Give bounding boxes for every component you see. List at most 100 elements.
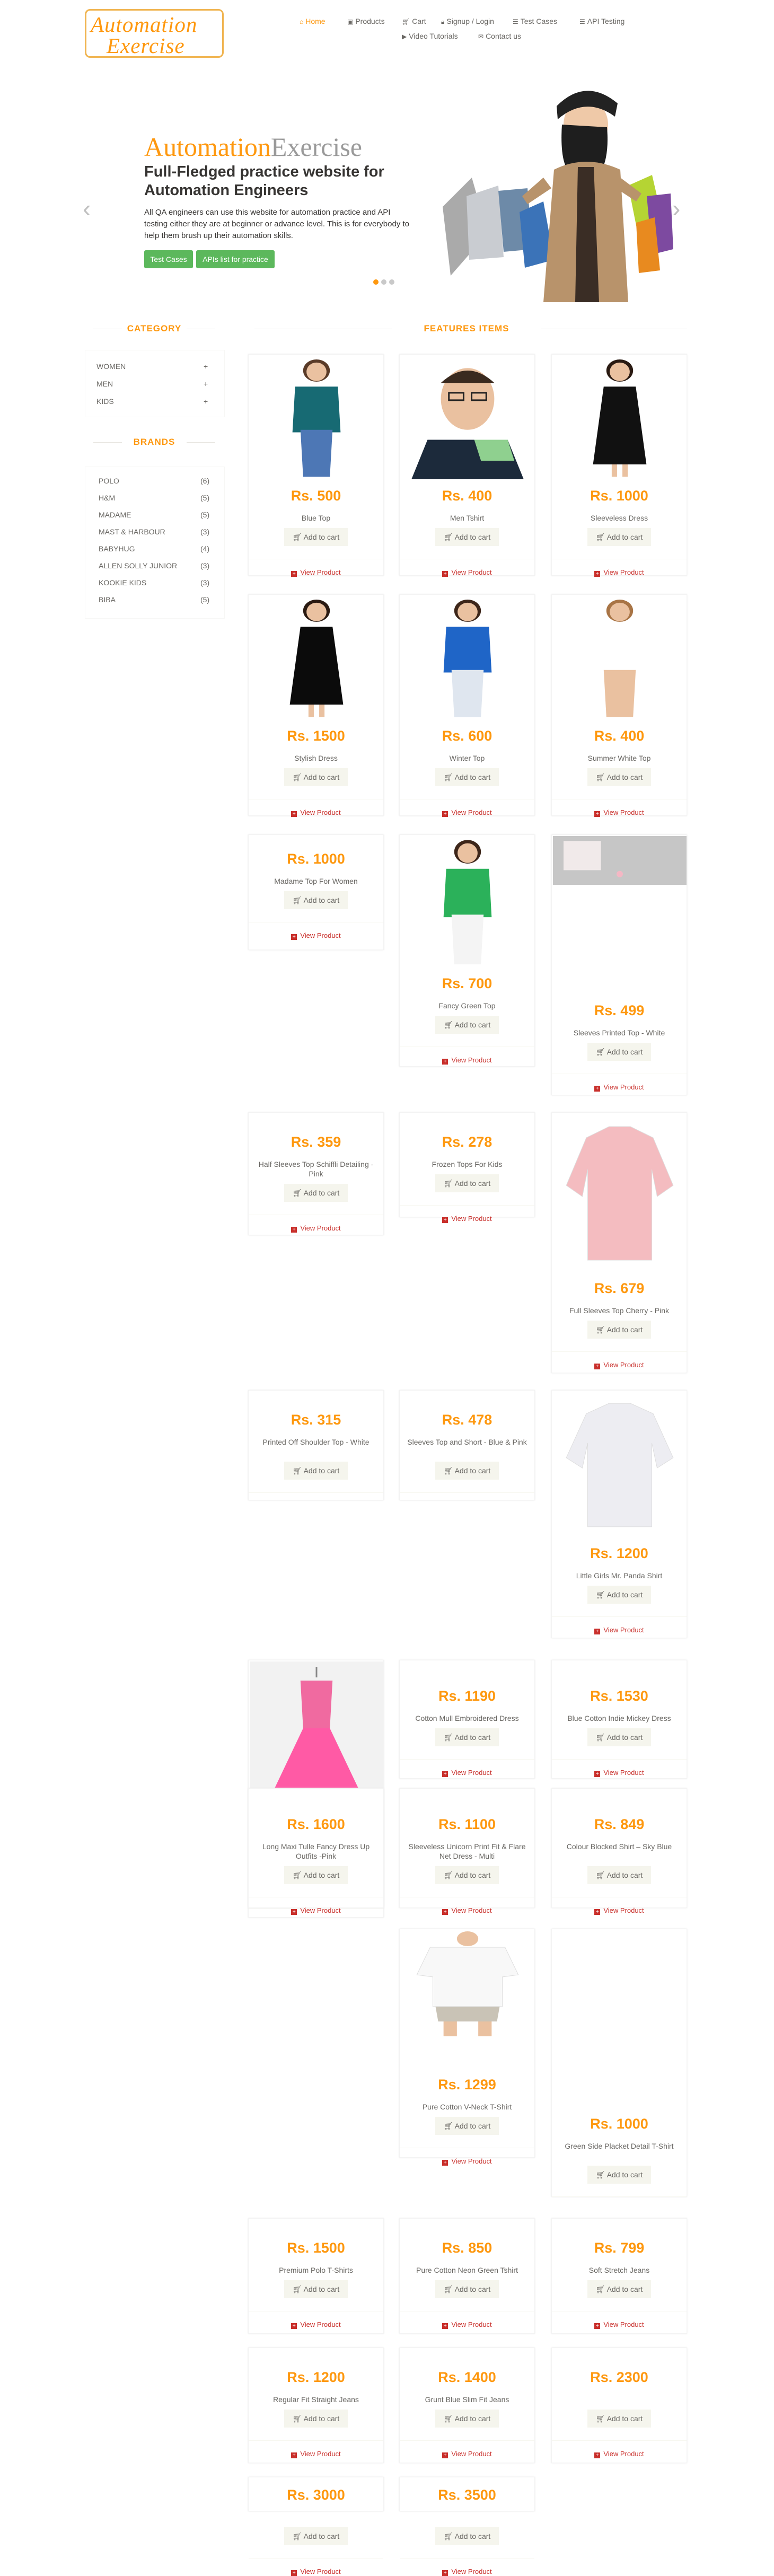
brand-biba[interactable]: BIBA — [99, 595, 116, 604]
nav-api-testing[interactable]: ☰ API Testing — [579, 17, 625, 25]
view-product-link[interactable]: + View Product — [552, 808, 687, 817]
view-product-link[interactable]: + View Product — [552, 2450, 687, 2458]
add-to-cart-button[interactable]: 🛒︎ Add to cart — [435, 1016, 499, 1034]
site-logo[interactable]: Automation Exercise — [85, 9, 224, 58]
brand-mast-harbour[interactable]: MAST & HARBOUR — [99, 527, 165, 536]
home-icon: ⌂ — [300, 18, 304, 25]
add-to-cart-button[interactable]: 🛒︎ Add to cart — [284, 1462, 348, 1480]
add-to-cart-button[interactable]: 🛒︎ Add to cart — [587, 2280, 651, 2298]
view-product-link[interactable]: + View Product — [400, 568, 534, 577]
view-product-link[interactable]: + View Product — [552, 2320, 687, 2329]
add-to-cart-button[interactable]: 🛒︎ Add to cart — [435, 528, 499, 546]
slider-indicator-active[interactable] — [373, 279, 379, 285]
add-to-cart-button[interactable]: 🛒︎ Add to cart — [587, 2410, 651, 2428]
plus-square-icon: + — [442, 1909, 448, 1915]
brand-madame[interactable]: MADAME — [99, 511, 131, 519]
cart-icon: 🛒︎ — [595, 533, 607, 541]
plus-square-icon: + — [594, 1771, 601, 1777]
category-kids[interactable]: KIDS — [96, 397, 114, 406]
view-product-link[interactable]: + View Product — [400, 2568, 534, 2576]
view-product-link[interactable]: + View Product — [249, 808, 383, 817]
brand-kookie-kids[interactable]: KOOKIE KIDS — [99, 578, 146, 587]
product-card: Rs. 1600 Long Maxi Tulle Fancy Dress Up O… — [248, 1788, 384, 1915]
add-to-cart-button[interactable]: 🛒︎ Add to cart — [435, 768, 499, 786]
add-to-cart-button[interactable]: 🛒︎ Add to cart — [435, 1462, 499, 1480]
add-to-cart-button[interactable]: 🛒︎ Add to cart — [284, 2280, 348, 2298]
list-icon: ☰ — [513, 18, 518, 25]
view-product-link[interactable]: + View Product — [400, 2157, 534, 2166]
add-to-cart-button[interactable]: 🛒︎ Add to cart — [435, 2527, 499, 2545]
add-to-cart-button[interactable]: 🛒︎ Add to cart — [435, 2117, 499, 2135]
view-product-link[interactable]: + View Product — [552, 568, 687, 577]
add-to-cart-button[interactable]: 🛒︎ Add to cart — [435, 1174, 499, 1192]
product-image — [401, 1930, 534, 2036]
category-men[interactable]: MEN — [96, 380, 113, 388]
cart-icon: 🛒︎ — [443, 1179, 455, 1188]
add-to-cart-button[interactable]: 🛒︎ Add to cart — [284, 1866, 348, 1884]
view-product-link[interactable]: + View Product — [400, 808, 534, 817]
view-product-link[interactable]: + View Product — [249, 568, 383, 577]
view-product-link[interactable]: + View Product — [400, 1906, 534, 1915]
cart-icon: 🛒︎ — [443, 533, 455, 541]
plus-icon[interactable]: + — [204, 362, 208, 371]
add-to-cart-button[interactable]: 🛒︎ Add to cart — [284, 2527, 348, 2545]
view-product-link[interactable]: + View Product — [552, 1083, 687, 1092]
product-image — [250, 596, 383, 719]
slider-indicator[interactable] — [389, 279, 394, 285]
view-product-link[interactable]: + View Product — [249, 1906, 383, 1915]
add-to-cart-button[interactable]: 🛒︎ Add to cart — [284, 768, 348, 786]
add-to-cart-button[interactable]: 🛒︎ Add to cart — [587, 1586, 651, 1604]
brand-babyhug[interactable]: BABYHUG — [99, 544, 135, 553]
brand-allen-solly-junior[interactable]: ALLEN SOLLY JUNIOR — [99, 561, 177, 570]
add-to-cart-button[interactable]: 🛒︎ Add to cart — [284, 528, 348, 546]
view-product-link[interactable]: + View Product — [552, 1906, 687, 1915]
apis-list-button[interactable]: APIs list for practice — [196, 250, 275, 268]
nav-contact-us[interactable]: ✉ Contact us — [478, 32, 521, 40]
add-to-cart-button[interactable]: 🛒︎ Add to cart — [435, 2280, 499, 2298]
view-product-link[interactable]: + View Product — [249, 2320, 383, 2329]
view-product-link[interactable]: + View Product — [249, 2450, 383, 2458]
add-to-cart-button[interactable]: 🛒︎ Add to cart — [284, 1184, 348, 1202]
nav-signup-login[interactable]: 🔒︎ Signup / Login — [441, 17, 494, 26]
product-card: Rs. 1200 Regular Fit Straight Jeans 🛒︎ Add… — [248, 2348, 384, 2463]
add-to-cart-button[interactable]: 🛒︎ Add to cart — [587, 768, 651, 786]
slider-prev-arrow[interactable]: ‹ — [83, 196, 91, 221]
category-women[interactable]: WOMEN — [96, 362, 126, 371]
add-to-cart-button[interactable]: 🛒︎ Add to cart — [284, 2410, 348, 2428]
view-product-link[interactable]: + View Product — [400, 2450, 534, 2458]
add-to-cart-button[interactable]: 🛒︎ Add to cart — [435, 1728, 499, 1746]
view-product-link[interactable]: + View Product — [400, 1769, 534, 1777]
add-to-cart-button[interactable]: 🛒︎ Add to cart — [587, 1043, 651, 1061]
view-product-link[interactable]: + View Product — [249, 2568, 383, 2576]
view-product-link[interactable]: + View Product — [249, 931, 383, 940]
view-product-link[interactable]: + View Product — [552, 1626, 687, 1634]
view-product-link[interactable]: + View Product — [552, 1769, 687, 1777]
add-to-cart-button[interactable]: 🛒︎ Add to cart — [435, 2410, 499, 2428]
plus-icon[interactable]: + — [204, 397, 208, 406]
test-cases-button[interactable]: Test Cases — [144, 250, 193, 268]
brand-h-and-m[interactable]: H&M — [99, 494, 115, 502]
view-product-link[interactable]: + View Product — [400, 1215, 534, 1223]
add-to-cart-button[interactable]: 🛒︎ Add to cart — [284, 891, 348, 909]
brand-polo[interactable]: POLO — [99, 477, 119, 485]
add-to-cart-button[interactable]: 🛒︎ Add to cart — [587, 2166, 651, 2184]
nav-cart[interactable]: 🛒︎ Cart — [402, 17, 426, 25]
nav-home[interactable]: ⌂ Home — [300, 17, 326, 25]
view-product-link[interactable]: + View Product — [552, 1361, 687, 1369]
add-to-cart-button[interactable]: 🛒︎ Add to cart — [435, 1866, 499, 1884]
nav-test-cases[interactable]: ☰ Test Cases — [513, 17, 557, 25]
plus-square-icon: + — [291, 811, 297, 817]
add-to-cart-button[interactable]: 🛒︎ Add to cart — [587, 1866, 651, 1884]
view-product-link[interactable]: + View Product — [400, 1056, 534, 1065]
add-to-cart-button[interactable]: 🛒︎ Add to cart — [587, 1321, 651, 1339]
add-to-cart-button[interactable]: 🛒︎ Add to cart — [587, 528, 651, 546]
add-to-cart-button[interactable]: 🛒︎ Add to cart — [587, 1728, 651, 1746]
cart-icon: 🛒︎ — [292, 1466, 304, 1475]
view-product-link[interactable]: + View Product — [249, 1224, 383, 1233]
nav-video-tutorials[interactable]: ▶ Video Tutorials — [402, 32, 458, 40]
product-price: Rs. 1299 — [438, 2077, 496, 2093]
nav-products[interactable]: ▣ Products — [347, 17, 385, 25]
slider-indicator[interactable] — [381, 279, 386, 285]
plus-icon[interactable]: + — [204, 380, 208, 388]
view-product-link[interactable]: + View Product — [400, 2320, 534, 2329]
